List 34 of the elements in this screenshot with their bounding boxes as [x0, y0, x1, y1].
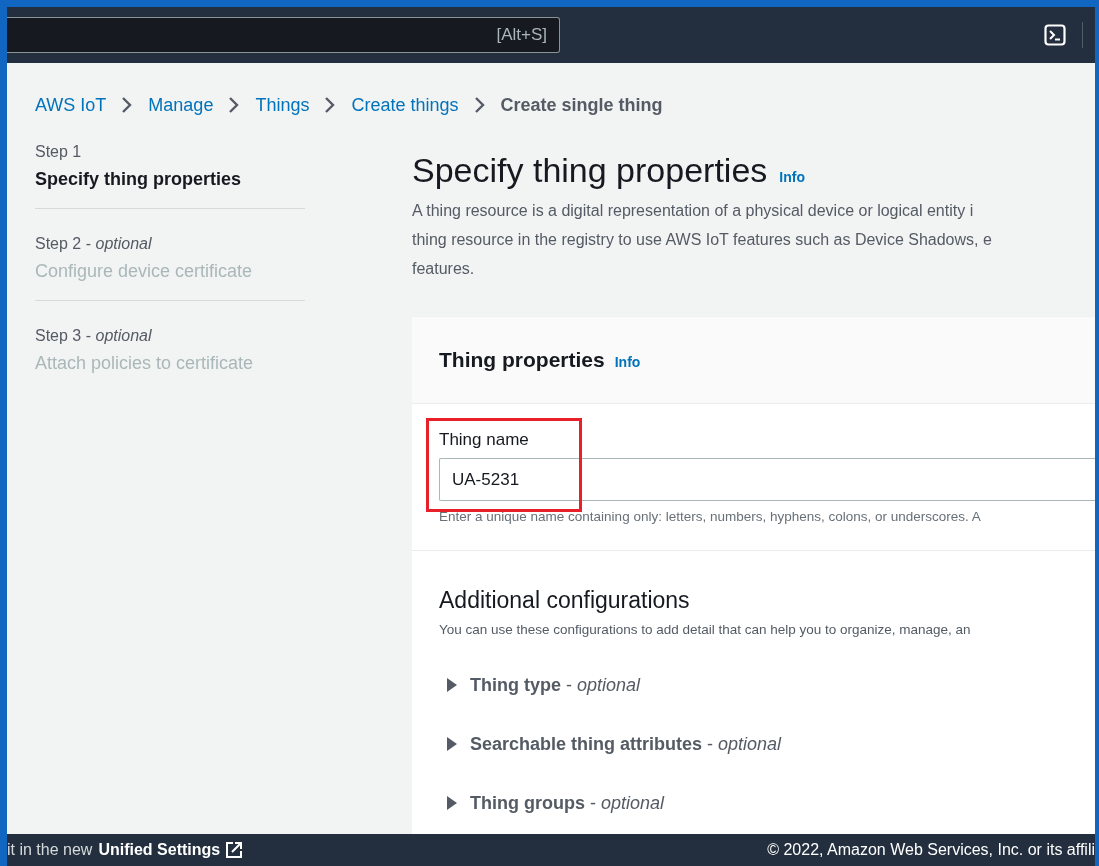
expandable-section[interactable]: Thing groups - optional: [439, 792, 665, 814]
caret-icon: [446, 678, 458, 692]
section-title: Additional configurations: [439, 587, 691, 614]
field-label: Thing name: [439, 430, 530, 450]
chevron-icon: [472, 95, 487, 115]
expandable-section[interactable]: Searchable thing attributes - optional: [439, 733, 782, 755]
settings-link[interactable]: Unified Settings: [98, 841, 244, 859]
external-link-icon: [225, 841, 244, 859]
copyright-text: © 2022, Amazon Web Services, Inc. or its affili: [767, 841, 1095, 859]
footer-notice: it in the new: [7, 841, 93, 859]
step-label: Step 1: [35, 143, 83, 161]
expandable-section[interactable]: Thing type - optional: [439, 674, 641, 696]
step-label: Step 3 - optional: [35, 327, 153, 345]
caret-icon: [446, 796, 458, 810]
panel-title: Thing properties: [439, 348, 605, 372]
cloudshell-button[interactable]: [1044, 24, 1066, 46]
breadcrumb-link[interactable]: Manage: [148, 94, 214, 116]
shortcut-hint: [Alt+S]: [496, 25, 547, 45]
thing-name-field[interactable]: UA-5231: [439, 458, 1095, 501]
breadcrumb-link[interactable]: Create things: [351, 94, 459, 116]
terminal-icon: [1044, 24, 1066, 46]
search-field[interactable]: [Alt+S]: [7, 17, 560, 53]
caret-icon: [446, 737, 458, 751]
section-description: You can use these configurations to add detail that can help you to organize, manage, an: [439, 622, 972, 637]
breadcrumb-current: Create single thing: [500, 94, 663, 116]
info-link[interactable]: Info: [779, 169, 805, 185]
field-hint: Enter a unique name containing only: letters, numbers, hyphens, colons, or underscores. A: [439, 509, 982, 524]
breadcrumb-link[interactable]: AWS IoT: [35, 94, 107, 116]
info-link[interactable]: Info: [614, 350, 641, 370]
page-description: A thing resource is a digital representation of a physical device or logical entity i thing resource in the registry to use AWS IoT features such as Device Shadows, e features.: [412, 201, 993, 279]
step-link[interactable]: Specify thing properties: [35, 169, 305, 190]
page-title: Specify thing properties: [412, 151, 768, 190]
breadcrumb-link[interactable]: Things: [255, 94, 310, 116]
step-label: Step 2 - optional: [35, 235, 153, 253]
